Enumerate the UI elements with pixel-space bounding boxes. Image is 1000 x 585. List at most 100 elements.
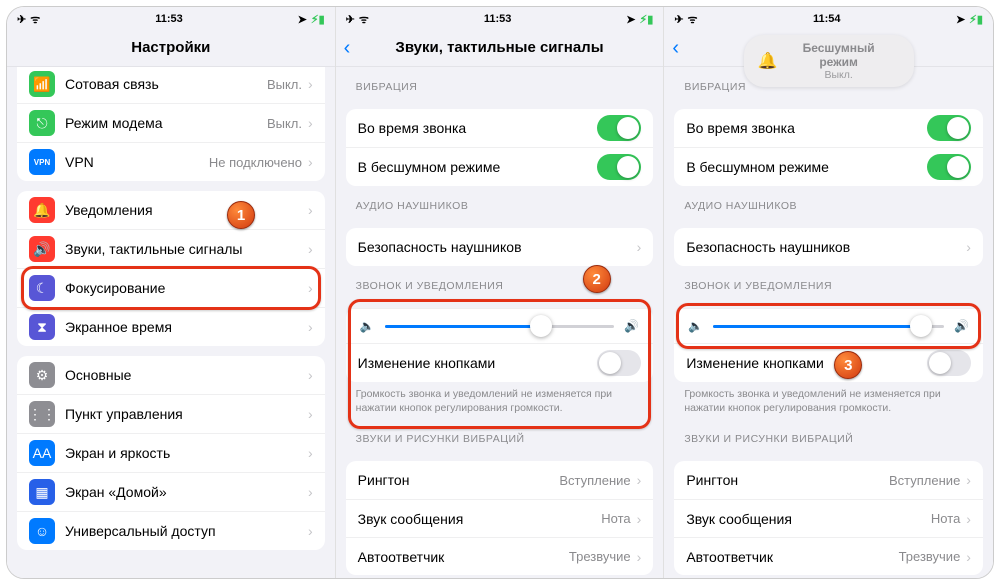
row-value: Не подключено — [209, 155, 302, 170]
status-bar: ✈︎ ᯤ 11:53 ➤ ⚡︎▮ — [7, 7, 335, 29]
row-value: Трезвучие — [569, 549, 631, 564]
battery-icon: ⚡︎▮ — [311, 13, 325, 26]
settings-row[interactable]: ☾ Фокусирование › — [17, 268, 325, 307]
navbar: ‹ Звуки, тактильные сигналы — [336, 29, 664, 67]
chevron-icon: › — [637, 511, 642, 527]
section-headphone: АУДИО НАУШНИКОВ — [336, 186, 664, 218]
sound-row[interactable]: Звук сообщения Нота › — [346, 499, 654, 537]
location-icon: ➤ — [626, 13, 635, 26]
volume-slider[interactable] — [385, 325, 615, 328]
airplane-icon: ✈︎ — [346, 13, 355, 26]
pane-sounds-2: ✈︎ᯤ 11:53 ➤⚡︎▮ ‹ Звуки, тактильные сигна… — [336, 7, 665, 578]
row-vibrate-silent[interactable]: В бесшумном режиме — [346, 147, 654, 186]
settings-row[interactable]: ▦ Экран «Домой» › — [17, 472, 325, 511]
airplane-icon: ✈︎ — [674, 13, 683, 26]
step-badge-1: 1 — [227, 201, 255, 229]
row-value: Нота — [601, 511, 630, 526]
back-button[interactable]: ‹ — [344, 38, 351, 58]
chevron-icon: › — [308, 406, 313, 422]
general-icon: ⚙ — [29, 362, 55, 388]
chevron-icon: › — [308, 523, 313, 539]
status-time: 11:53 — [484, 13, 512, 25]
row-vibrate-ring[interactable]: Во время звонка — [346, 109, 654, 147]
wifi-icon: ᯤ — [30, 12, 40, 27]
sound-row[interactable]: Автоответчик Трезвучие › — [346, 537, 654, 575]
group-connectivity: 📶 Сотовая связь Выкл.› ⎋ Режим модема Вы… — [17, 67, 325, 181]
section-ringer: ЗВОНОК И УВЕДОМЛЕНИЯ — [664, 266, 993, 298]
footer-note: Громкость звонка и уведомлений не изменя… — [336, 382, 664, 419]
toggle-vibrate-silent[interactable] — [927, 154, 971, 180]
settings-row[interactable]: ⧗ Экранное время › — [17, 307, 325, 346]
chevron-icon: › — [966, 472, 971, 488]
settings-row[interactable]: VPN VPN Не подключено › — [17, 142, 325, 181]
location-icon: ➤ — [956, 13, 965, 26]
chevron-icon: › — [308, 115, 313, 131]
row-headphone-safety[interactable]: Безопасность наушников› — [346, 228, 654, 266]
settings-row[interactable]: AA Экран и яркость › — [17, 433, 325, 472]
settings-row[interactable]: 📶 Сотовая связь Выкл.› — [17, 67, 325, 103]
row-headphone-safety[interactable]: Безопасность наушников› — [674, 228, 983, 266]
chevron-icon: › — [308, 319, 313, 335]
chevron-icon: › — [308, 280, 313, 296]
row-vibrate-silent[interactable]: В бесшумном режиме — [674, 147, 983, 186]
back-button[interactable]: ‹ — [672, 38, 679, 58]
volume-high-icon: 🔊 — [954, 319, 969, 333]
chevron-icon: › — [966, 549, 971, 565]
chevron-icon: › — [308, 154, 313, 170]
chevron-icon: › — [308, 445, 313, 461]
notif-icon: 🔔 — [29, 197, 55, 223]
row-label: VPN — [65, 154, 209, 170]
sound-row[interactable]: Автоответчик Трезвучие › — [674, 537, 983, 575]
chevron-icon: › — [308, 241, 313, 257]
settings-row[interactable]: ⚙ Основные › — [17, 356, 325, 394]
toggle-change-buttons[interactable] — [927, 350, 971, 376]
footer-note: Громкость звонка и уведомлений не изменя… — [664, 382, 993, 419]
volume-slider[interactable] — [713, 325, 944, 328]
chevron-icon: › — [308, 484, 313, 500]
section-vibration: ВИБРАЦИЯ — [336, 67, 664, 99]
section-sounds: ЗВУКИ И РИСУНКИ ВИБРАЦИЙ — [336, 419, 664, 451]
sound-row[interactable]: Звук сообщения Нота › — [674, 499, 983, 537]
chevron-icon: › — [308, 76, 313, 92]
status-time: 11:53 — [155, 13, 183, 25]
pane-settings: ✈︎ᯤ 11:53 ➤⚡︎▮ Настройки 📶 Сотовая связь… — [7, 7, 336, 578]
vpn-icon: VPN — [29, 149, 55, 175]
row-change-with-buttons[interactable]: Изменение кнопками — [346, 343, 654, 382]
row-label: Автоответчик — [686, 549, 898, 565]
row-value: Вступление — [559, 473, 630, 488]
chevron-icon: › — [308, 202, 313, 218]
settings-row[interactable]: ⋮⋮ Пункт управления › — [17, 394, 325, 433]
toggle-vibrate-silent[interactable] — [597, 154, 641, 180]
row-label: Режим модема — [65, 115, 267, 131]
toggle-change-buttons[interactable] — [597, 350, 641, 376]
row-value: Выкл. — [267, 116, 302, 131]
sound-row[interactable]: Рингтон Вступление › — [674, 461, 983, 499]
row-label: Рингтон — [686, 472, 889, 488]
hotspot-icon: ⎋ — [29, 110, 55, 136]
sound-row[interactable]: Рингтон Вступление › — [346, 461, 654, 499]
status-time: 11:54 — [813, 13, 841, 25]
chevron-icon: › — [637, 472, 642, 488]
row-change-with-buttons[interactable]: Изменение кнопками — [674, 343, 983, 382]
focus-icon: ☾ — [29, 275, 55, 301]
settings-row[interactable]: ☺ Универсальный доступ › — [17, 511, 325, 550]
location-icon: ➤ — [298, 13, 307, 26]
row-label: Основные — [65, 367, 308, 383]
section-headphone: АУДИО НАУШНИКОВ — [664, 186, 993, 218]
row-vibrate-ring[interactable]: Во время звонка — [674, 109, 983, 147]
control-icon: ⋮⋮ — [29, 401, 55, 427]
settings-row[interactable]: 🔔 Уведомления › — [17, 191, 325, 229]
settings-row[interactable]: 🔊 Звуки, тактильные сигналы › — [17, 229, 325, 268]
settings-row[interactable]: ⎋ Режим модема Выкл. › — [17, 103, 325, 142]
airplane-icon: ✈︎ — [17, 13, 26, 26]
row-label: Экран и яркость — [65, 445, 308, 461]
row-label: Сотовая связь — [65, 76, 267, 92]
row-label: Фокусирование — [65, 280, 308, 296]
toggle-vibrate-ring[interactable] — [927, 115, 971, 141]
group-attention: 🔔 Уведомления › 🔊 Звуки, тактильные сигн… — [17, 191, 325, 346]
row-label: Звук сообщения — [358, 511, 602, 527]
toggle-vibrate-ring[interactable] — [597, 115, 641, 141]
chevron-icon: › — [637, 239, 642, 255]
access-icon: ☺ — [29, 518, 55, 544]
volume-low-icon: 🔈 — [360, 319, 375, 333]
